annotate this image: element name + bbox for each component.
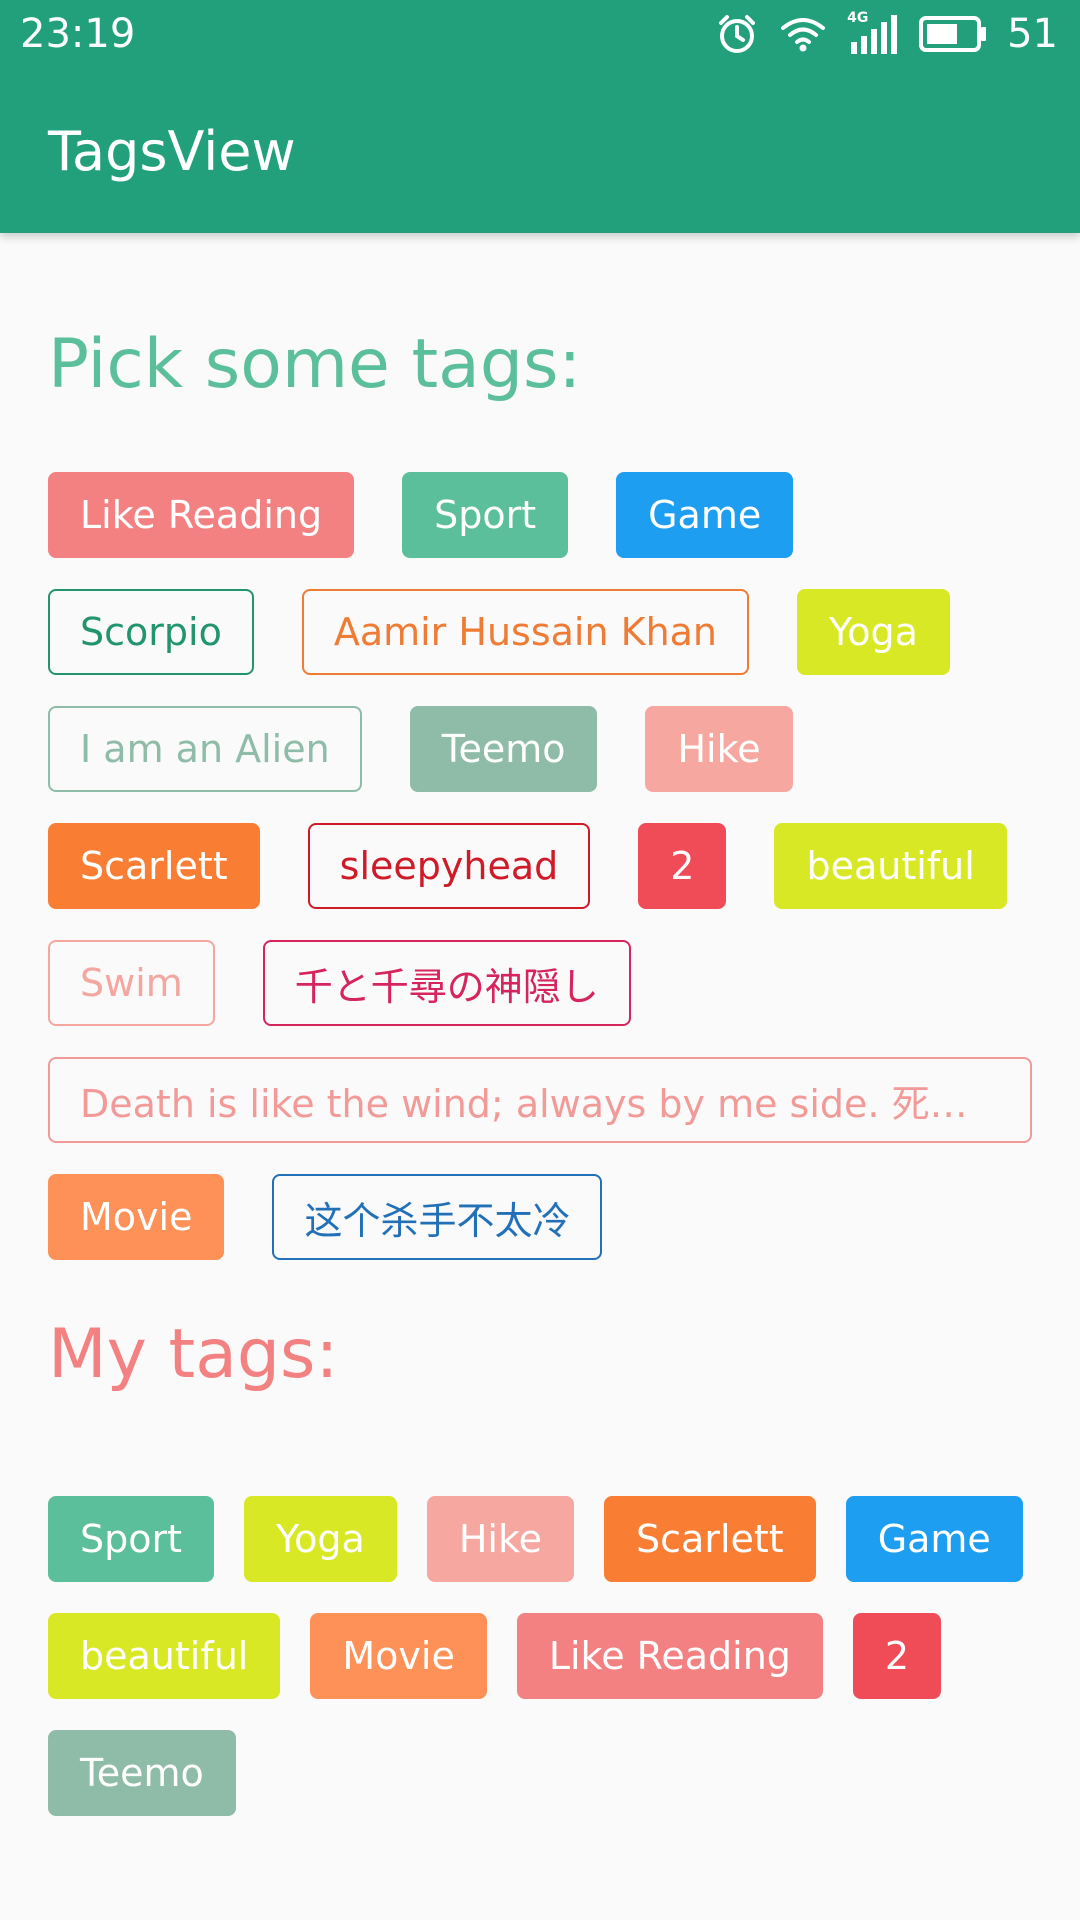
tag-label: 2 — [884, 1634, 910, 1678]
tag-chip[interactable]: Like Reading — [48, 472, 355, 558]
tag-chip[interactable]: Aamir Hussain Khan — [301, 589, 750, 675]
tag-chip[interactable]: Swim — [48, 940, 215, 1026]
tag-label: Sport — [434, 493, 537, 537]
tag-chip[interactable]: beautiful — [774, 823, 1007, 909]
pick-tags-title: Pick some tags: — [48, 325, 582, 404]
battery-percentage: 51 — [1007, 11, 1058, 57]
tag-label: I am an Alien — [80, 727, 330, 771]
tag-label: Swim — [80, 961, 183, 1005]
tag-chip[interactable]: Teemo — [48, 1730, 236, 1816]
tag-chip[interactable]: Death is like the wind; always by me sid… — [48, 1057, 1032, 1143]
tag-chip[interactable]: Movie — [48, 1174, 225, 1260]
tag-label: 这个杀手不太冷 — [304, 1198, 571, 1243]
my-tags-title: My tags: — [48, 1315, 339, 1394]
tag-chip[interactable]: Game — [616, 472, 794, 558]
tag-label: Like Reading — [80, 493, 323, 537]
status-icons: 4G 51 — [715, 10, 1058, 58]
tag-label: Hike — [458, 1517, 543, 1561]
tag-chip[interactable]: Scarlett — [48, 823, 260, 909]
tag-chip[interactable]: 这个杀手不太冷 — [272, 1174, 603, 1260]
tag-chip[interactable]: Scarlett — [604, 1496, 816, 1582]
tag-label: Game — [877, 1517, 991, 1561]
tag-label: Scorpio — [80, 610, 222, 654]
pick-tags-list: Like Reading Sport Game Scorpio Aamir Hussai… — [48, 472, 1032, 1260]
tag-label: Teemo — [441, 727, 566, 771]
app-bar: 23:19 4G 51 TagsView — [0, 0, 1080, 233]
tag-chip[interactable]: Yoga — [244, 1496, 397, 1582]
status-time: 23:19 — [20, 11, 136, 57]
tag-label: Scarlett — [636, 1517, 784, 1561]
tag-label: sleepyhead — [339, 844, 559, 888]
battery-icon — [919, 14, 987, 54]
app-title: TagsView — [48, 120, 296, 183]
tag-label: 2 — [670, 844, 695, 888]
tag-label: beautiful — [806, 844, 975, 888]
tag-label: Aamir Hussain Khan — [333, 610, 718, 654]
tag-label: Scarlett — [80, 844, 228, 888]
tag-chip[interactable]: Game — [845, 1496, 1023, 1582]
status-bar: 23:19 4G 51 — [0, 0, 1080, 70]
alarm-icon — [715, 12, 759, 56]
tag-chip[interactable]: Hike — [426, 1496, 575, 1582]
tag-label: Like Reading — [548, 1634, 791, 1678]
tag-chip[interactable]: Movie — [310, 1613, 487, 1699]
signal-icon: 4G — [847, 10, 899, 56]
tag-label: Game — [648, 493, 762, 537]
tag-chip[interactable]: I am an Alien — [48, 706, 362, 792]
tag-chip[interactable]: Sport — [402, 472, 569, 558]
wifi-icon — [779, 14, 827, 54]
my-tags-list: Sport Yoga Hike Scarlett Game beautiful Movie L… — [48, 1496, 1032, 1816]
tag-label: Teemo — [80, 1751, 204, 1795]
tag-chip[interactable]: 2 — [638, 823, 727, 909]
tag-label: Movie — [80, 1195, 193, 1239]
tag-label: 千と千尋の神隠し — [294, 964, 599, 1009]
tag-chip[interactable]: Yoga — [797, 589, 950, 675]
tag-label: Death is like the wind; always by me sid… — [80, 1081, 1000, 1126]
tag-chip[interactable]: beautiful — [48, 1613, 281, 1699]
tag-chip[interactable]: Sport — [48, 1496, 215, 1582]
tag-chip[interactable]: 2 — [852, 1613, 942, 1699]
tag-chip[interactable]: Teemo — [409, 706, 598, 792]
tag-chip[interactable]: Scorpio — [48, 589, 254, 675]
tag-chip[interactable]: 千と千尋の神隠し — [262, 940, 631, 1026]
tag-label: Movie — [342, 1634, 455, 1678]
tag-label: Hike — [677, 727, 761, 771]
tag-chip[interactable]: Hike — [645, 706, 793, 792]
tag-label: beautiful — [80, 1634, 249, 1678]
tag-chip[interactable]: Like Reading — [516, 1613, 823, 1699]
tag-label: Yoga — [829, 610, 918, 654]
tag-label: Yoga — [276, 1517, 365, 1561]
tag-chip[interactable]: sleepyhead — [307, 823, 591, 909]
tag-label: Sport — [80, 1517, 183, 1561]
